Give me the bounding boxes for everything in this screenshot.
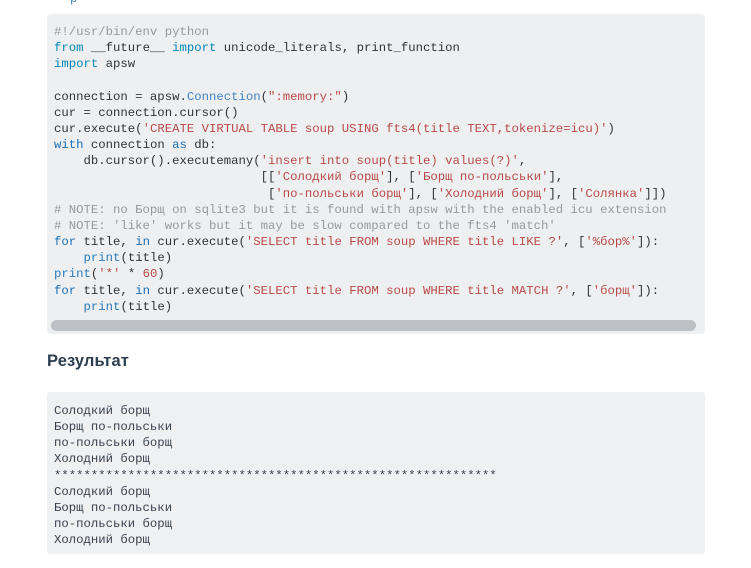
code-token: , (518, 154, 527, 169)
code-token: ]): (637, 235, 660, 250)
code-token: import (172, 41, 217, 56)
program-output: Солодкий борщ Борщ по-польськи по-польсь… (54, 404, 497, 548)
code-token: cur.execute( (149, 283, 246, 298)
code-token: ], [ (548, 186, 578, 201)
code-token: __future__ (83, 41, 173, 56)
code-scroll-viewport[interactable]: #!/usr/bin/env python from __future__ im… (47, 24, 705, 315)
code-block: #!/usr/bin/env python from __future__ im… (47, 14, 705, 334)
clipped-text-fragment: p (70, 0, 77, 7)
code-token: 'Холодний борщ' (437, 186, 549, 201)
code-token: [[ (54, 170, 276, 185)
code-token: ) (607, 121, 615, 136)
code-token: print (54, 267, 91, 282)
code-token: print (83, 251, 121, 266)
code-token: in (135, 283, 150, 298)
code-token: 'Борщ по-польськи' (415, 170, 549, 185)
code-token: * (120, 267, 143, 282)
code-token: connection = apsw. (54, 89, 187, 104)
python-source-code: #!/usr/bin/env python from __future__ im… (54, 24, 705, 315)
code-token: db: (186, 138, 217, 153)
code-token: ":memory:" (268, 89, 342, 104)
output-block: Солодкий борщ Борщ по-польськи по-польсь… (47, 392, 705, 554)
code-token: print (83, 299, 121, 314)
code-token: #!/usr/bin/env python (54, 25, 209, 39)
code-token: ) (157, 267, 165, 282)
code-token: ], [ (386, 170, 416, 185)
code-token: apsw (98, 57, 136, 72)
code-token: Connection (186, 89, 261, 104)
code-token: ]]) (644, 186, 667, 201)
code-token: import (54, 57, 99, 72)
code-token: db.cursor().executemany( (54, 154, 261, 169)
code-token: 60 (142, 267, 158, 282)
code-token: 'борщ' (592, 283, 638, 298)
code-token: with (54, 138, 84, 153)
result-heading: Результат (47, 352, 129, 370)
page-root: p #!/usr/bin/env python from __future__ … (0, 0, 751, 568)
code-token: 'SELECT title FROM soup WHERE title LIKE… (245, 235, 564, 250)
horizontal-scrollbar[interactable] (47, 316, 705, 334)
code-token: in (135, 235, 150, 250)
code-token: title, (76, 283, 136, 298)
code-token: ], [ (408, 186, 438, 201)
code-token: cur = connection.cursor() (54, 105, 239, 120)
code-token: from (54, 41, 84, 56)
code-token: 'по-польськи борщ' (275, 186, 409, 201)
code-token: 'Солодкий борщ' (275, 170, 387, 185)
code-token: (title) (120, 251, 173, 266)
code-token: '%бор%' (585, 235, 637, 250)
code-token: for (54, 235, 77, 250)
code-token: cur.execute( (54, 121, 143, 136)
code-token: # NOTE: no Борщ on sqlite3 but it is fou… (54, 202, 667, 217)
code-token: ], (548, 170, 564, 185)
code-token: title, (76, 235, 136, 250)
code-token: ]): (637, 283, 660, 298)
code-token: 'insert into soup(title) values(?)' (260, 154, 519, 169)
code-token: ( (260, 89, 269, 104)
code-token: for (54, 283, 77, 298)
code-token: 'SELECT title FROM soup WHERE title MATC… (245, 283, 571, 298)
code-token: 'Солянка' (577, 186, 645, 201)
code-token: 'CREATE VIRTUAL TABLE soup USING fts4(ti… (142, 121, 608, 136)
scrollbar-thumb[interactable] (51, 319, 696, 331)
code-token: [ (54, 186, 276, 201)
code-token: # NOTE: 'like' works but it may be slow … (54, 218, 556, 233)
code-token: unicode_literals, print_function (216, 41, 460, 56)
code-token: , [ (570, 283, 593, 298)
code-token: '*' (98, 267, 121, 282)
code-token: ) (341, 89, 350, 104)
code-token: connection (83, 138, 173, 153)
code-token: cur.execute( (149, 235, 246, 250)
code-token: , [ (563, 235, 586, 250)
code-token: (title) (120, 299, 173, 314)
code-token: as (172, 138, 187, 153)
